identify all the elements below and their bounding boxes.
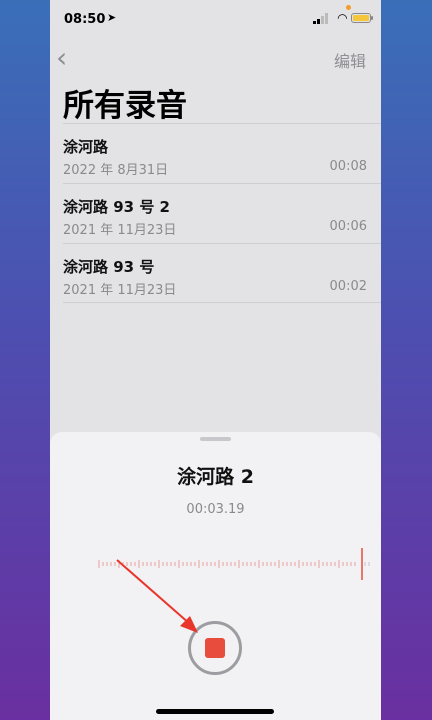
mic-indicator-icon [346, 5, 351, 10]
recording-date: 2022 年 8月31日 [63, 163, 169, 178]
stop-record-button[interactable] [188, 621, 242, 675]
wifi-icon: ◠ [337, 11, 347, 25]
recording-duration: 00:02 [329, 279, 367, 294]
recording-date: 2021 年 11月23日 [63, 223, 177, 238]
recording-date: 2021 年 11月23日 [63, 283, 177, 298]
stop-icon [205, 638, 225, 658]
recording-name: 涂河路 [63, 138, 109, 156]
waveform [98, 548, 370, 580]
cellular-signal-icon [313, 13, 328, 24]
status-time: 08:50 [64, 12, 106, 27]
location-arrow-icon: ➤ [107, 11, 117, 24]
list-item[interactable]: 涂河路 2022 年 8月31日 00:08 [63, 123, 381, 183]
sheet-grabber[interactable] [200, 437, 231, 441]
chevron-left-icon[interactable]: ‹ [56, 44, 67, 72]
list-item[interactable]: 涂河路 93 号 2021 年 11月23日 00:02 [63, 243, 381, 303]
list-item[interactable]: 涂河路 93 号 2 2021 年 11月23日 00:06 [63, 183, 381, 243]
recording-name: 涂河路 93 号 [63, 258, 155, 276]
recording-name: 涂河路 93 号 2 [63, 198, 170, 216]
status-bar: 08:50 ➤ ◠ [50, 0, 381, 38]
recording-duration: 00:08 [329, 159, 367, 174]
nav-bar: ‹ 编辑 [50, 44, 381, 74]
recordings-list: 涂河路 2022 年 8月31日 00:08 涂河路 93 号 2 2021 年… [50, 123, 381, 303]
recording-sheet: 涂河路 2 00:03.19 [50, 432, 381, 720]
recording-duration: 00:06 [329, 219, 367, 234]
edit-button[interactable]: 编辑 [334, 48, 366, 72]
current-recording-elapsed: 00:03.19 [186, 502, 245, 517]
phone-screen: 08:50 ➤ ◠ ‹ 编辑 所有录音 涂河路 2022 年 8月31日 00:… [50, 0, 381, 720]
page-title: 所有录音 [63, 88, 187, 124]
home-indicator [156, 709, 274, 714]
battery-icon [351, 13, 373, 23]
current-recording-name: 涂河路 2 [177, 466, 254, 488]
